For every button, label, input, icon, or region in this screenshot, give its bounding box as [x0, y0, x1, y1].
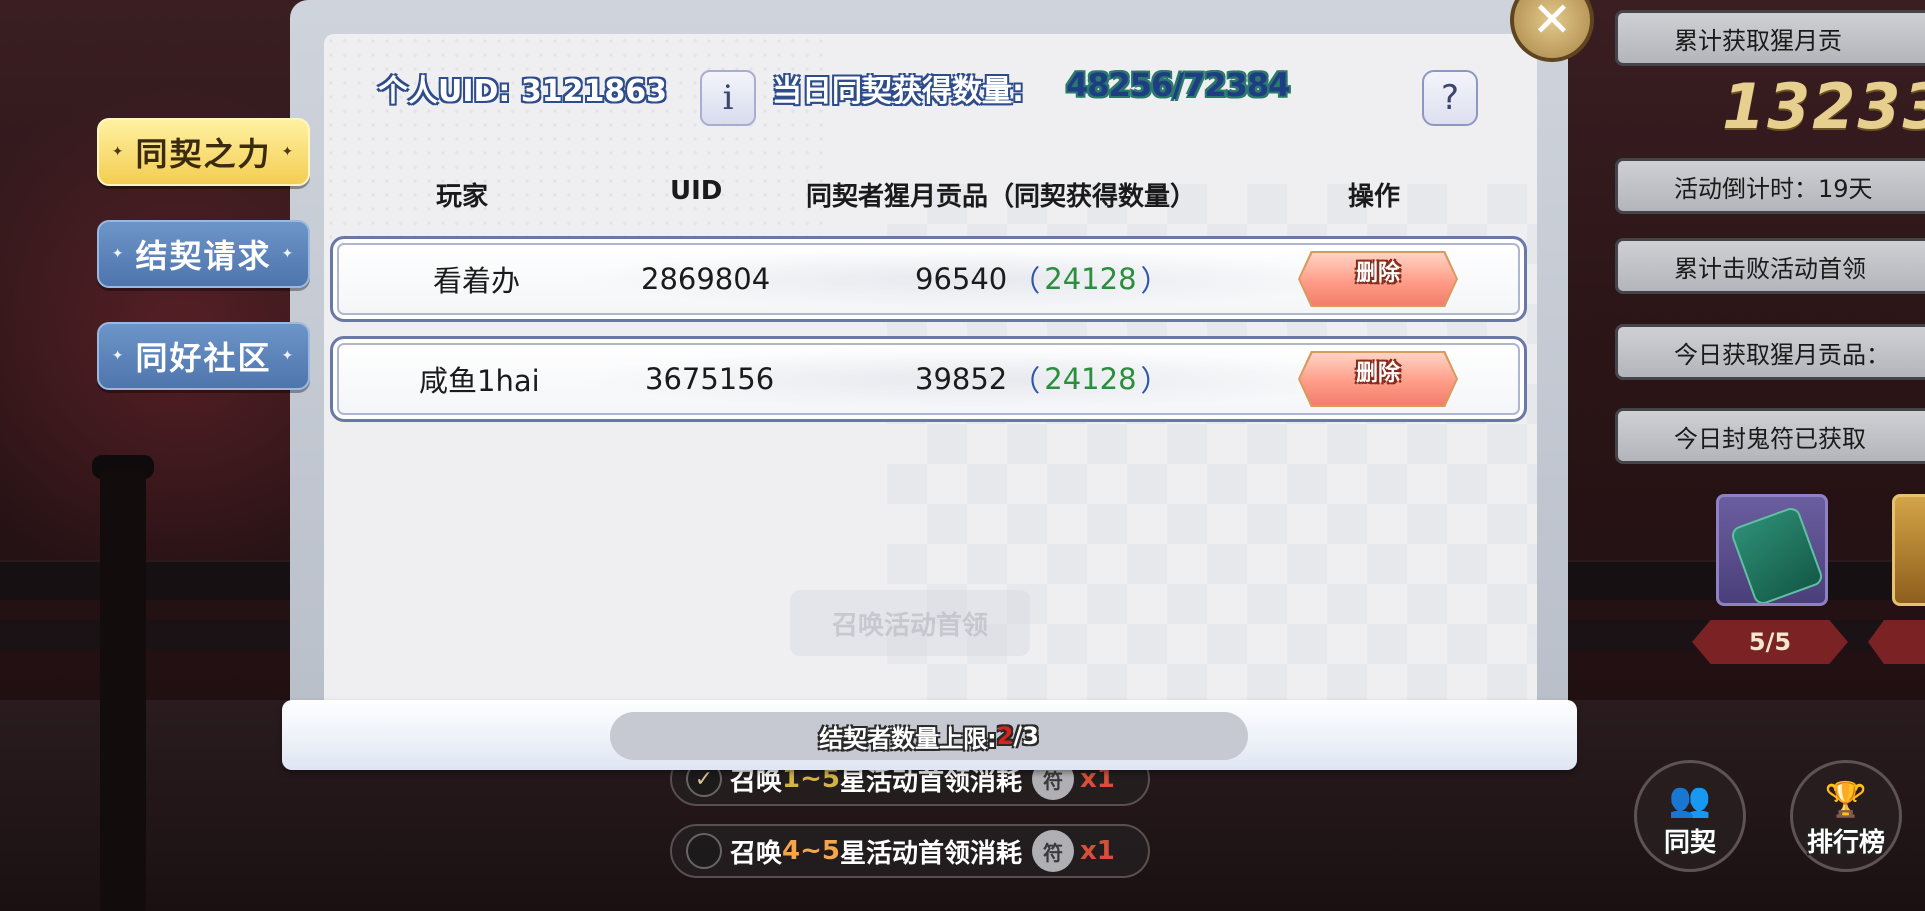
talisman-item[interactable]	[1716, 494, 1828, 606]
bond-button[interactable]: 👥 同契	[1634, 760, 1746, 872]
question-icon: ?	[1440, 78, 1460, 118]
bond-limit-current: 2	[996, 722, 1014, 750]
tribute-cell: 39852 （ 24128 ）	[915, 339, 1174, 419]
tab-bond-requests[interactable]: ✦ 结契请求 ✦	[97, 220, 310, 288]
info-button[interactable]: i	[700, 70, 756, 126]
tribute-cell: 96540 （ 24128 ）	[915, 239, 1174, 319]
bond-gain-value: 24128	[1044, 362, 1137, 396]
player-uid: 2869804	[641, 262, 771, 296]
background-post	[100, 470, 146, 911]
daily-bond-value: 48256/72384	[1066, 66, 1290, 104]
info-icon: i	[722, 78, 734, 118]
quest-summon-4-5: 召唤 4~5 星活动首领消耗 符 x1	[670, 824, 1150, 878]
paren-open: （	[1011, 264, 1041, 298]
paren-close: ）	[1140, 264, 1170, 298]
summon-boss-button-faded: 召唤活动首领	[790, 590, 1030, 656]
tab-bond-power[interactable]: ✦ 同契之力 ✦	[97, 118, 310, 186]
talisman-icon	[1729, 505, 1825, 603]
bond-button-label: 同契	[1663, 828, 1716, 858]
sparkle-icon: ✦	[281, 348, 296, 364]
daily-bond-label: 当日同契获得数量:	[772, 74, 1024, 109]
sparkle-icon: ✦	[281, 144, 296, 160]
player-uid: 3675156	[645, 362, 775, 396]
sparkle-icon: ✦	[111, 246, 126, 262]
quest-multiplier: x1	[1080, 836, 1115, 866]
help-button[interactable]: ?	[1422, 70, 1478, 126]
total-tribute-label: 累计获取猩月贡	[1615, 10, 1925, 66]
delete-button-label: 删除	[1355, 361, 1400, 386]
quest-range: 4~5	[782, 836, 840, 866]
sparkle-icon: ✦	[281, 246, 296, 262]
sparkle-icon: ✦	[111, 348, 126, 364]
people-icon: 👥	[1668, 780, 1712, 820]
table-row: 咸鱼1hai 3675156 39852 （ 24128 ） 删除	[330, 336, 1527, 422]
tab-label: 结契请求	[135, 237, 272, 275]
quest-suffix: 星活动首领消耗	[839, 838, 1022, 869]
circle-icon	[686, 833, 722, 869]
column-header-tribute: 同契者猩月贡品（同契获得数量）	[806, 182, 1197, 212]
sparkle-icon: ✦	[111, 144, 126, 160]
total-tribute-value: 132338	[1722, 70, 1925, 143]
today-talisman-label: 今日封鬼符已获取	[1615, 408, 1925, 464]
item-count: 5/5	[1692, 620, 1848, 664]
column-header-action: 操作	[1348, 182, 1401, 212]
tab-label: 同好社区	[135, 339, 272, 377]
countdown-label: 活动倒计时：19天	[1615, 158, 1925, 214]
player-name: 咸鱼1hai	[419, 364, 540, 398]
column-header-player: 玩家	[436, 182, 489, 212]
table-row: 看着办 2869804 96540 （ 24128 ） 删除	[330, 236, 1527, 322]
close-icon: ✕	[1531, 0, 1573, 48]
bond-limit: 结契者数量上限: 2 /3	[610, 712, 1248, 760]
tab-label: 同契之力	[135, 135, 272, 173]
delete-button-label: 删除	[1355, 261, 1400, 286]
defeated-label: 累计击败活动首领	[1615, 238, 1925, 294]
today-tribute-label: 今日获取猩月贡品：	[1615, 324, 1925, 380]
delete-button[interactable]: 删除	[1300, 353, 1456, 405]
paren-open: （	[1011, 364, 1041, 398]
bond-limit-max: /3	[1013, 722, 1039, 750]
ranking-button-label: 排行榜	[1806, 828, 1885, 858]
reward-item[interactable]	[1892, 494, 1925, 606]
player-name: 看着办	[433, 264, 521, 298]
column-header-uid: UID	[670, 176, 723, 206]
paren-close: ）	[1140, 364, 1170, 398]
tribute-value: 39852	[915, 362, 1008, 396]
personal-uid: 个人UID: 3121863	[378, 74, 667, 109]
bond-limit-label: 结契者数量上限:	[819, 724, 997, 753]
talisman-icon: 符	[1032, 830, 1074, 872]
tab-community[interactable]: ✦ 同好社区 ✦	[97, 322, 310, 390]
quest-prefix: 召唤	[730, 838, 783, 869]
bond-gain-value: 24128	[1044, 262, 1137, 296]
delete-button[interactable]: 删除	[1300, 253, 1456, 305]
tribute-value: 96540	[915, 262, 1008, 296]
trophy-icon: 🏆	[1824, 780, 1868, 820]
ranking-button[interactable]: 🏆 排行榜	[1790, 760, 1902, 872]
